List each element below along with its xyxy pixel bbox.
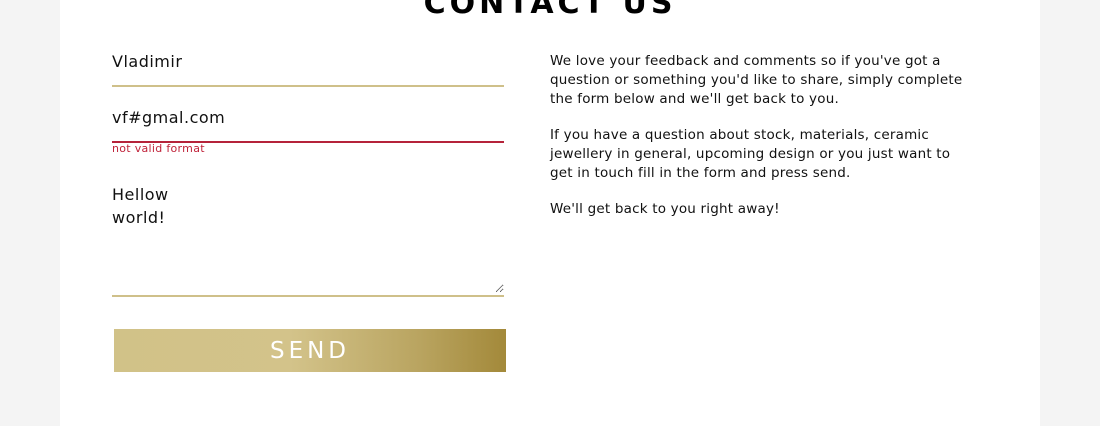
email-error-message: not valid format <box>112 142 205 155</box>
info-paragraph: We'll get back to you right away! <box>550 201 780 217</box>
name-field-wrapper <box>112 52 504 87</box>
contact-info: We love your feedback and comments so if… <box>550 52 970 236</box>
email-field-wrapper <box>112 108 504 143</box>
name-field[interactable] <box>112 52 504 71</box>
send-button[interactable]: SEND <box>114 329 506 372</box>
message-field-wrapper: Hellow world! <box>112 183 504 297</box>
message-field[interactable]: Hellow world! <box>112 183 504 293</box>
info-paragraph: If you have a question about stock, mate… <box>550 127 951 181</box>
contact-card: CONTACT US not valid format Hellow world… <box>60 0 1040 426</box>
page-title: CONTACT US <box>423 0 677 21</box>
email-field[interactable] <box>112 108 504 127</box>
info-paragraph: We love your feedback and comments so if… <box>550 53 963 107</box>
